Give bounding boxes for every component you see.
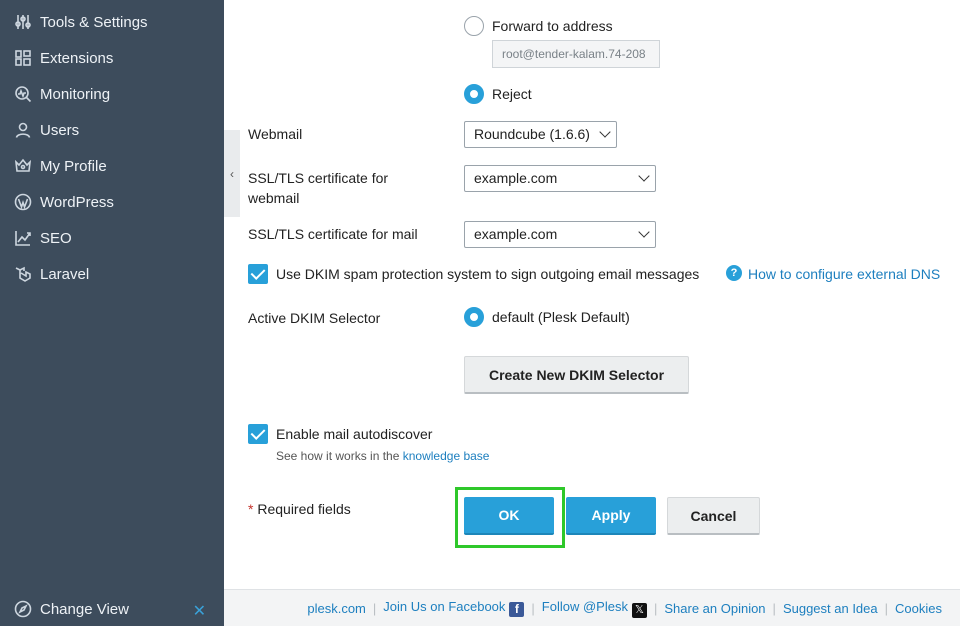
dkim-label: Use DKIM spam protection system to sign … — [276, 266, 700, 282]
autodiscover-hint-text: See how it works in the — [276, 449, 400, 463]
sidebar-item-label: Users — [40, 121, 80, 139]
facebook-icon: f — [509, 602, 525, 617]
dkim-dns-help-link[interactable]: How to configure external DNS — [748, 264, 940, 284]
sidebar-item-my-profile[interactable]: My Profile — [0, 148, 224, 184]
footer-link-follow-label: Follow @Plesk — [541, 598, 628, 614]
footer-link-cookies[interactable]: Cookies — [895, 601, 942, 616]
chevron-down-icon — [638, 170, 650, 182]
extensions-icon — [14, 49, 32, 67]
required-star: * — [248, 501, 254, 517]
dkim-selector-default-radio[interactable] — [464, 307, 484, 327]
autodiscover-hint: See how it works in the knowledge base — [276, 449, 489, 463]
ok-button[interactable]: OK — [464, 497, 554, 535]
sidebar-item-monitoring[interactable]: Monitoring — [0, 76, 224, 112]
sliders-icon — [14, 13, 32, 31]
autodiscover-label: Enable mail autodiscover — [276, 426, 433, 442]
sidebar: Tools & Settings Extensions Monitoring U… — [0, 0, 224, 626]
sidebar-item-label: WordPress — [40, 193, 114, 211]
change-view-label: Change View — [40, 600, 129, 618]
monitoring-icon — [14, 85, 32, 103]
sidebar-item-label: Extensions — [40, 49, 114, 67]
footer-link-follow[interactable]: Follow @Plesk 𝕏 — [542, 599, 647, 618]
footer-separator: | — [884, 600, 889, 616]
wordpress-icon — [14, 193, 32, 211]
apply-button[interactable]: Apply — [566, 497, 656, 535]
ssl-webmail-select[interactable]: example.com — [464, 165, 656, 192]
change-view-icon — [14, 600, 32, 618]
ssl-mail-select-value: example.com — [474, 226, 558, 242]
footer-link-facebook-label: Join Us on Facebook — [383, 599, 506, 614]
chevron-down-icon — [599, 126, 611, 138]
ssl-webmail-label-line1: SSL/TLS certificate for — [248, 170, 389, 186]
create-dkim-selector-button[interactable]: Create New DKIM Selector — [464, 356, 689, 394]
ssl-mail-select[interactable]: example.com — [464, 221, 656, 248]
user-icon — [14, 121, 32, 139]
autodiscover-checkbox[interactable] — [248, 424, 268, 444]
ssl-webmail-label-line2: webmail — [248, 190, 300, 206]
sidebar-item-seo[interactable]: SEO — [0, 220, 224, 256]
sidebar-item-users[interactable]: Users — [0, 112, 224, 148]
reject-label: Reject — [492, 86, 532, 102]
change-view-button[interactable]: Change View ✕ — [0, 592, 224, 626]
sidebar-item-extensions[interactable]: Extensions — [0, 40, 224, 76]
knowledge-base-link[interactable]: knowledge base — [403, 449, 490, 463]
chevron-down-icon — [638, 226, 650, 238]
sidebar-item-label: My Profile — [40, 157, 107, 175]
sidebar-item-laravel[interactable]: Laravel — [0, 256, 224, 292]
webmail-label: Webmail — [248, 126, 303, 142]
forward-label: Forward to address — [492, 18, 613, 34]
profile-icon — [14, 157, 32, 175]
footer-separator: | — [372, 600, 377, 616]
ssl-mail-label: SSL/TLS certificate for mail — [248, 226, 418, 242]
dkim-selector-default-label: default (Plesk Default) — [492, 309, 630, 325]
dkim-selector-label: Active DKIM Selector — [248, 310, 381, 326]
forward-address-field[interactable]: root@tender-kalam.74-208 — [492, 40, 660, 68]
seo-chart-icon — [14, 229, 32, 247]
dkim-checkbox[interactable] — [248, 264, 268, 284]
cancel-button[interactable]: Cancel — [667, 497, 760, 535]
sidebar-item-label: Monitoring — [40, 85, 111, 103]
webmail-select[interactable]: Roundcube (1.6.6) — [464, 121, 617, 148]
mail-settings-form: Forward to address root@tender-kalam.74-… — [224, 0, 960, 589]
sidebar-item-tools-settings[interactable]: Tools & Settings — [0, 4, 224, 40]
forward-radio[interactable] — [464, 16, 484, 36]
sidebar-item-label: Tools & Settings — [40, 13, 148, 31]
close-icon[interactable]: ✕ — [193, 601, 206, 621]
required-text: Required fields — [257, 501, 351, 517]
reject-radio[interactable] — [464, 84, 484, 104]
required-fields-note: * Required fields — [248, 501, 351, 517]
footer-separator: | — [653, 600, 658, 616]
footer-link-facebook[interactable]: Join Us on Facebook f — [383, 599, 525, 617]
help-icon: ? — [726, 265, 742, 281]
sidebar-item-label: SEO — [40, 229, 72, 247]
footer-separator: | — [531, 600, 535, 616]
sidebar-item-wordpress[interactable]: WordPress — [0, 184, 224, 220]
sidebar-item-label: Laravel — [40, 265, 90, 283]
x-icon: 𝕏 — [631, 602, 647, 618]
footer-link-plesk[interactable]: plesk.com — [307, 601, 366, 616]
footer: plesk.com | Join Us on Facebook f | Follo… — [224, 589, 960, 626]
laravel-icon — [14, 265, 32, 283]
ssl-webmail-select-value: example.com — [474, 170, 558, 186]
footer-separator: | — [772, 600, 776, 616]
footer-link-idea[interactable]: Suggest an Idea — [783, 601, 878, 616]
footer-link-opinion[interactable]: Share an Opinion — [664, 601, 765, 616]
webmail-select-value: Roundcube (1.6.6) — [474, 126, 590, 142]
